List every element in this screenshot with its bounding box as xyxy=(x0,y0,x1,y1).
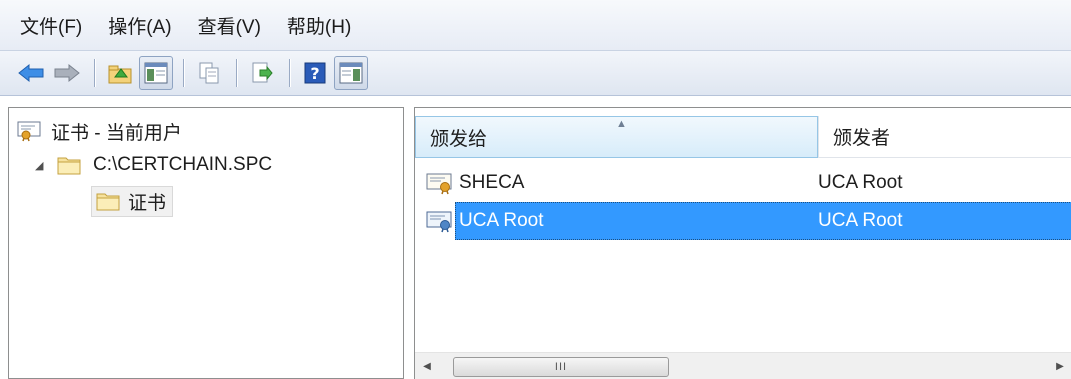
certificate-list[interactable]: ▲ 颁发给 颁发者 SHECA UCA Root UCA Root UCA Ro… xyxy=(414,107,1071,379)
up-folder-icon xyxy=(108,65,132,84)
menu-action[interactable]: 操作(A) xyxy=(108,12,171,39)
tree-cert-folder-label: 证书 xyxy=(128,192,167,214)
folder-icon xyxy=(57,157,81,175)
show-hide-console-tree-button[interactable] xyxy=(139,56,173,90)
scroll-right-arrow-icon[interactable]: ▶ xyxy=(1048,354,1071,379)
scrollbar-thumb[interactable]: III xyxy=(453,357,669,377)
back-arrow-icon xyxy=(18,63,44,83)
tree-node-file[interactable]: ◢ C:\CERTCHAIN.SPC xyxy=(35,150,272,180)
menu-view[interactable]: 查看(V) xyxy=(198,12,261,39)
console-tree[interactable]: 证书 - 当前用户 ◢ C:\CERTCHAIN.SPC 证书 xyxy=(8,107,404,379)
show-hide-action-pane-button[interactable] xyxy=(334,56,368,90)
forward-button[interactable] xyxy=(50,56,84,90)
scroll-left-arrow-icon[interactable]: ◀ xyxy=(415,354,439,379)
selection-highlight xyxy=(455,202,1071,240)
issued-to-cell: SHECA xyxy=(459,172,525,193)
folder-icon xyxy=(96,193,120,211)
list-row[interactable]: SHECA UCA Root xyxy=(415,164,1071,202)
copy-icon xyxy=(199,62,219,84)
toolbar-separator xyxy=(94,59,95,87)
up-one-level-button[interactable] xyxy=(103,56,137,90)
help-icon: ? xyxy=(304,62,326,84)
tree-node-root[interactable]: 证书 - 当前用户 xyxy=(17,116,182,146)
list-header: ▲ 颁发给 颁发者 xyxy=(415,116,1071,158)
toolbar-separator xyxy=(183,59,184,87)
selected-tree-item[interactable]: 证书 xyxy=(91,185,174,217)
collapse-triangle-icon[interactable]: ◢ xyxy=(35,159,51,172)
tree-node-certificates[interactable]: 证书 xyxy=(91,185,174,217)
tree-file-label: C:\CERTCHAIN.SPC xyxy=(93,154,273,175)
export-list-icon xyxy=(252,62,273,83)
svg-text:?: ? xyxy=(310,64,319,83)
toolbar-separator xyxy=(289,59,290,87)
tree-root-label: 证书 - 当前用户 xyxy=(51,122,182,144)
toolbar: ? xyxy=(0,50,1071,96)
back-button[interactable] xyxy=(14,56,48,90)
column-header-label: 颁发者 xyxy=(833,128,891,149)
help-button[interactable]: ? xyxy=(298,56,332,90)
list-row-selected[interactable]: UCA Root UCA Root xyxy=(415,202,1071,240)
show-hide-console-tree-icon xyxy=(144,62,168,84)
forward-arrow-icon xyxy=(54,63,80,83)
column-header-issued-to[interactable]: ▲ 颁发给 xyxy=(415,116,818,158)
menu-help[interactable]: 帮助(H) xyxy=(287,12,351,39)
issued-to-cell: UCA Root xyxy=(459,210,544,231)
certificate-store-icon xyxy=(17,121,41,142)
horizontal-scrollbar[interactable]: ◀ III ▶ xyxy=(415,352,1071,379)
scrollbar-grip: III xyxy=(554,361,568,373)
sort-ascending-icon: ▲ xyxy=(616,118,627,130)
certificate-icon xyxy=(426,173,452,195)
certificate-icon xyxy=(426,211,452,233)
menu-file[interactable]: 文件(F) xyxy=(20,12,82,39)
menu-bar: 文件(F) 操作(A) 查看(V) 帮助(H) xyxy=(0,0,1071,50)
issuer-cell: UCA Root xyxy=(818,172,903,193)
export-list-button[interactable] xyxy=(245,56,279,90)
toolbar-separator xyxy=(236,59,237,87)
issuer-cell: UCA Root xyxy=(818,210,903,231)
show-hide-action-pane-icon xyxy=(339,62,363,84)
copy-button[interactable] xyxy=(192,56,226,90)
column-header-issuer[interactable]: 颁发者 xyxy=(818,116,1071,158)
column-header-label: 颁发给 xyxy=(430,128,488,150)
